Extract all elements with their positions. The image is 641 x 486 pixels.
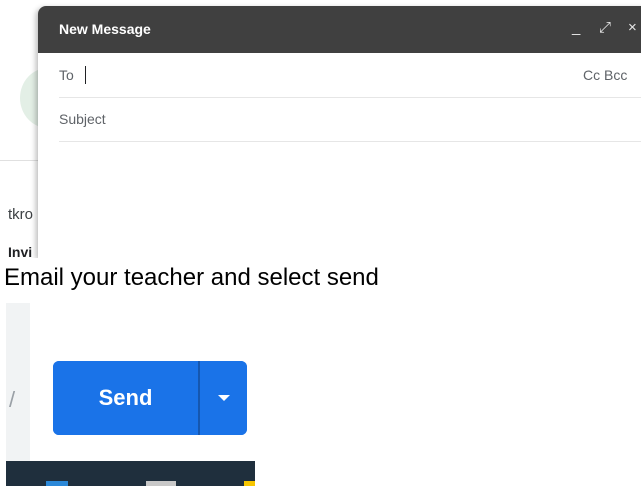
- caret-down-icon: [217, 395, 230, 401]
- expand-icon[interactable]: ⤢: [599, 19, 611, 37]
- left-panel-strip: /: [6, 303, 30, 461]
- send-button-group: Send: [53, 361, 247, 435]
- to-label: To: [59, 67, 74, 83]
- taskbar-app-icon[interactable]: [244, 481, 255, 486]
- compose-title: New Message: [59, 21, 151, 37]
- instruction-caption: Email your teacher and select send: [4, 264, 379, 291]
- to-field[interactable]: To Cc Bcc: [59, 53, 641, 98]
- text-cursor: [85, 66, 86, 84]
- close-icon[interactable]: ×: [628, 19, 637, 37]
- send-button[interactable]: Send: [53, 361, 198, 435]
- compose-screenshot: tkro Invi New Message _ ⤢ × To Cc Bcc Su…: [0, 0, 641, 258]
- cc-bcc-link[interactable]: Cc Bcc: [583, 67, 627, 83]
- inbox-subject-text: Invi: [8, 244, 33, 258]
- send-options-button[interactable]: [200, 361, 247, 435]
- subject-placeholder: Subject: [59, 111, 106, 127]
- subject-field[interactable]: Subject: [59, 97, 641, 142]
- inbox-divider: [0, 160, 40, 161]
- compose-header: New Message _ ⤢ ×: [38, 6, 641, 53]
- taskbar: [6, 461, 255, 486]
- minimize-icon[interactable]: _: [572, 19, 580, 37]
- taskbar-app-icon[interactable]: [46, 481, 68, 486]
- compose-window: New Message _ ⤢ × To Cc Bcc Subject: [38, 6, 641, 258]
- send-screenshot: / Send: [6, 303, 255, 486]
- slash-glyph: /: [9, 387, 16, 412]
- taskbar-app-icon[interactable]: [146, 481, 176, 486]
- inbox-sender-text: tkro: [8, 206, 34, 223]
